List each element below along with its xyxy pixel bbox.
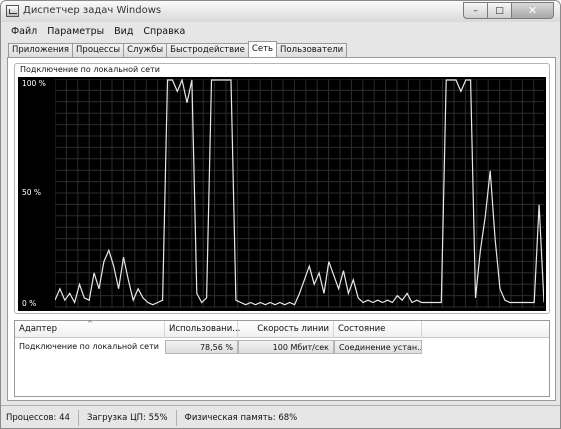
- menu-view[interactable]: Вид: [110, 26, 137, 37]
- status-memory: Физическая память: 68%: [184, 412, 298, 423]
- series-line-0: [55, 79, 544, 306]
- menu-file[interactable]: Файл: [7, 26, 41, 37]
- tab-strip: Приложения Процессы Службы Быстродействи…: [8, 41, 348, 57]
- tab-services[interactable]: Службы: [123, 43, 168, 57]
- column-speed[interactable]: Скорость линии: [238, 321, 334, 338]
- cell-usage: 78,56 %: [165, 340, 238, 354]
- tab-applications[interactable]: Приложения: [8, 43, 74, 57]
- title-bar[interactable]: Диспетчер задач Windows – □ ✕: [1, 1, 560, 22]
- tab-performance[interactable]: Быстродействие: [166, 43, 249, 57]
- minimize-button[interactable]: –: [463, 2, 488, 19]
- tab-users[interactable]: Пользователи: [276, 43, 348, 57]
- y-label-50: 50 %: [22, 188, 42, 197]
- network-plot: [55, 79, 544, 308]
- graph-title: Подключение по локальной сети: [18, 65, 162, 74]
- tab-processes[interactable]: Процессы: [72, 43, 125, 57]
- cell-state: Соединение устан...: [334, 340, 422, 354]
- task-manager-window: Диспетчер задач Windows – □ ✕ Файл Парам…: [0, 0, 561, 429]
- menu-help[interactable]: Справка: [139, 26, 189, 37]
- maximize-button[interactable]: □: [488, 2, 512, 19]
- menu-options[interactable]: Параметры: [43, 26, 108, 37]
- tab-networking[interactable]: Сеть: [247, 41, 278, 57]
- window-controls: – □ ✕: [463, 2, 554, 19]
- task-manager-icon: [6, 5, 19, 17]
- column-adapter-label: Адаптер: [19, 324, 58, 334]
- y-label-100: 100 %: [22, 79, 46, 88]
- status-cpu: Загрузка ЦП: 55%: [87, 409, 177, 426]
- window-title: Диспетчер задач Windows: [23, 5, 162, 16]
- status-bar: Процессов: 44 Загрузка ЦП: 55% Физическа…: [1, 405, 560, 428]
- close-button[interactable]: ✕: [512, 2, 554, 19]
- column-usage[interactable]: Использовани...: [165, 321, 240, 338]
- menu-bar: Файл Параметры Вид Справка: [1, 22, 560, 40]
- column-adapter[interactable]: ^ Адаптер: [15, 320, 165, 338]
- status-processes: Процессов: 44: [6, 409, 79, 426]
- column-state[interactable]: Состояние: [334, 321, 422, 338]
- network-graph-group: Подключение по локальной сети 100 % 50 %…: [14, 63, 550, 314]
- cell-adapter: Подключение по локальной сети: [19, 342, 159, 351]
- table-header: ^ Адаптер Использовани... Скорость линии…: [15, 320, 549, 338]
- networking-panel: Подключение по локальной сети 100 % 50 %…: [7, 57, 556, 401]
- y-label-0: 0 %: [22, 299, 37, 308]
- network-usage-graph: 100 % 50 % 0 %: [18, 77, 546, 311]
- cell-speed: 100 Мбит/сек: [238, 340, 334, 354]
- sort-up-icon: ^: [87, 320, 93, 328]
- adapter-table: ^ Адаптер Использовани... Скорость линии…: [14, 320, 550, 397]
- table-row[interactable]: Подключение по локальной сети 78,56 % 10…: [15, 340, 549, 354]
